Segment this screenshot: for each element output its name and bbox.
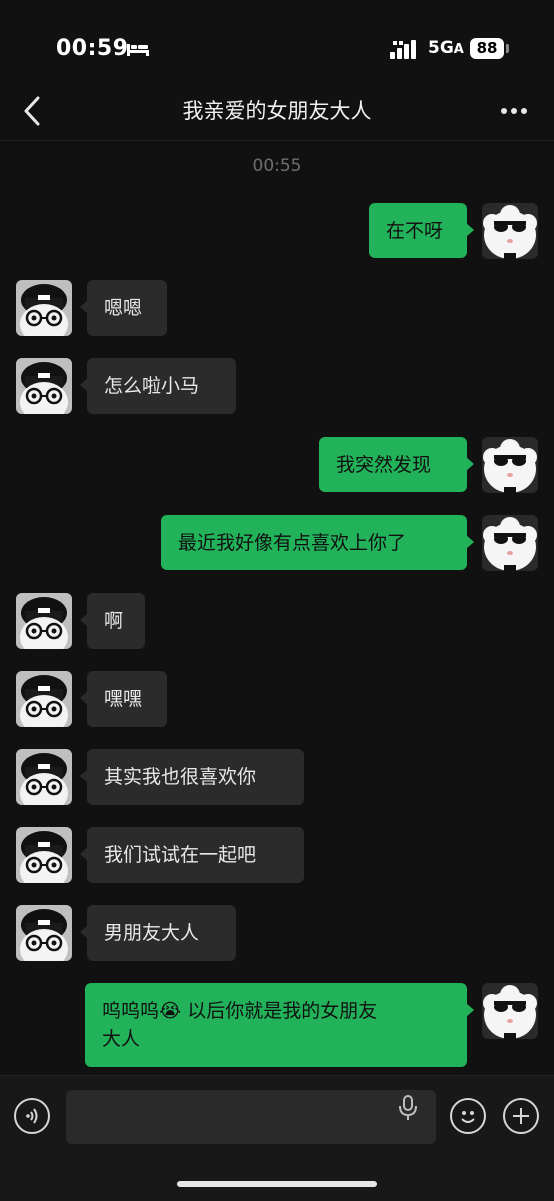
contact-avatar[interactable] xyxy=(16,280,72,336)
bed-icon xyxy=(127,44,149,56)
received-message-bubble[interactable]: 嘿嘿 xyxy=(80,671,167,727)
voice-icon xyxy=(26,1108,38,1124)
status-time: 00:59 xyxy=(56,36,129,61)
home-indicator[interactable] xyxy=(177,1181,377,1187)
sent-message-bubble[interactable]: 我突然发现 xyxy=(319,437,474,492)
received-message-bubble[interactable]: 其实我也很喜欢你 xyxy=(80,749,304,805)
chat-title: 我亲爱的女朋友大人 xyxy=(182,99,372,123)
my-avatar[interactable] xyxy=(482,983,538,1039)
bubble-line-1: 呜呜呜😭 以后你就是我的女朋友 xyxy=(102,997,450,1025)
message-input[interactable] xyxy=(66,1090,436,1144)
received-message-bubble[interactable]: 我们试试在一起吧 xyxy=(80,827,304,883)
received-message-bubble[interactable]: 怎么啦小马 xyxy=(80,358,236,414)
plus-icon xyxy=(513,1108,529,1124)
more-functions-button[interactable] xyxy=(503,1098,539,1134)
my-avatar[interactable] xyxy=(482,437,538,493)
signal-icon xyxy=(390,40,416,59)
contact-avatar[interactable] xyxy=(16,593,72,649)
more-dots-icon[interactable] xyxy=(500,107,528,115)
received-message-bubble[interactable]: 嗯嗯 xyxy=(80,280,167,336)
contact-avatar[interactable] xyxy=(16,358,72,414)
received-message-bubble[interactable]: 男朋友大人 xyxy=(80,905,236,961)
network-label: 5GA xyxy=(428,38,464,58)
sent-message-bubble[interactable]: 在不呀 xyxy=(369,203,474,258)
nav-divider xyxy=(0,140,554,141)
crying-face-icon: 😭 xyxy=(159,1000,182,1022)
received-message-bubble[interactable]: 啊 xyxy=(80,593,145,649)
bubble-line-2: 大人 xyxy=(102,1028,141,1050)
nav-bar: 我亲爱的女朋友大人 xyxy=(0,85,554,140)
contact-avatar[interactable] xyxy=(16,671,72,727)
my-avatar[interactable] xyxy=(482,515,538,571)
contact-avatar[interactable] xyxy=(16,827,72,883)
contact-avatar[interactable] xyxy=(16,749,72,805)
battery-tip xyxy=(506,44,509,53)
my-avatar[interactable] xyxy=(482,203,538,259)
contact-avatar[interactable] xyxy=(16,905,72,961)
voice-toggle-button[interactable] xyxy=(14,1098,50,1134)
sent-message-bubble[interactable]: 呜呜呜😭 以后你就是我的女朋友 大人 xyxy=(85,983,474,1067)
chat-timestamp: 00:55 xyxy=(252,156,302,176)
mic-icon[interactable] xyxy=(397,1094,419,1122)
sent-message-bubble[interactable]: 最近我好像有点喜欢上你了 xyxy=(161,515,474,570)
emoji-button[interactable] xyxy=(450,1098,486,1134)
battery-icon: 88 xyxy=(470,38,504,59)
bubble-text: 呜呜呜 xyxy=(102,1000,160,1022)
emoji-icon xyxy=(461,1111,475,1123)
bubble-text: 以后你就是我的女朋友 xyxy=(181,1000,378,1022)
